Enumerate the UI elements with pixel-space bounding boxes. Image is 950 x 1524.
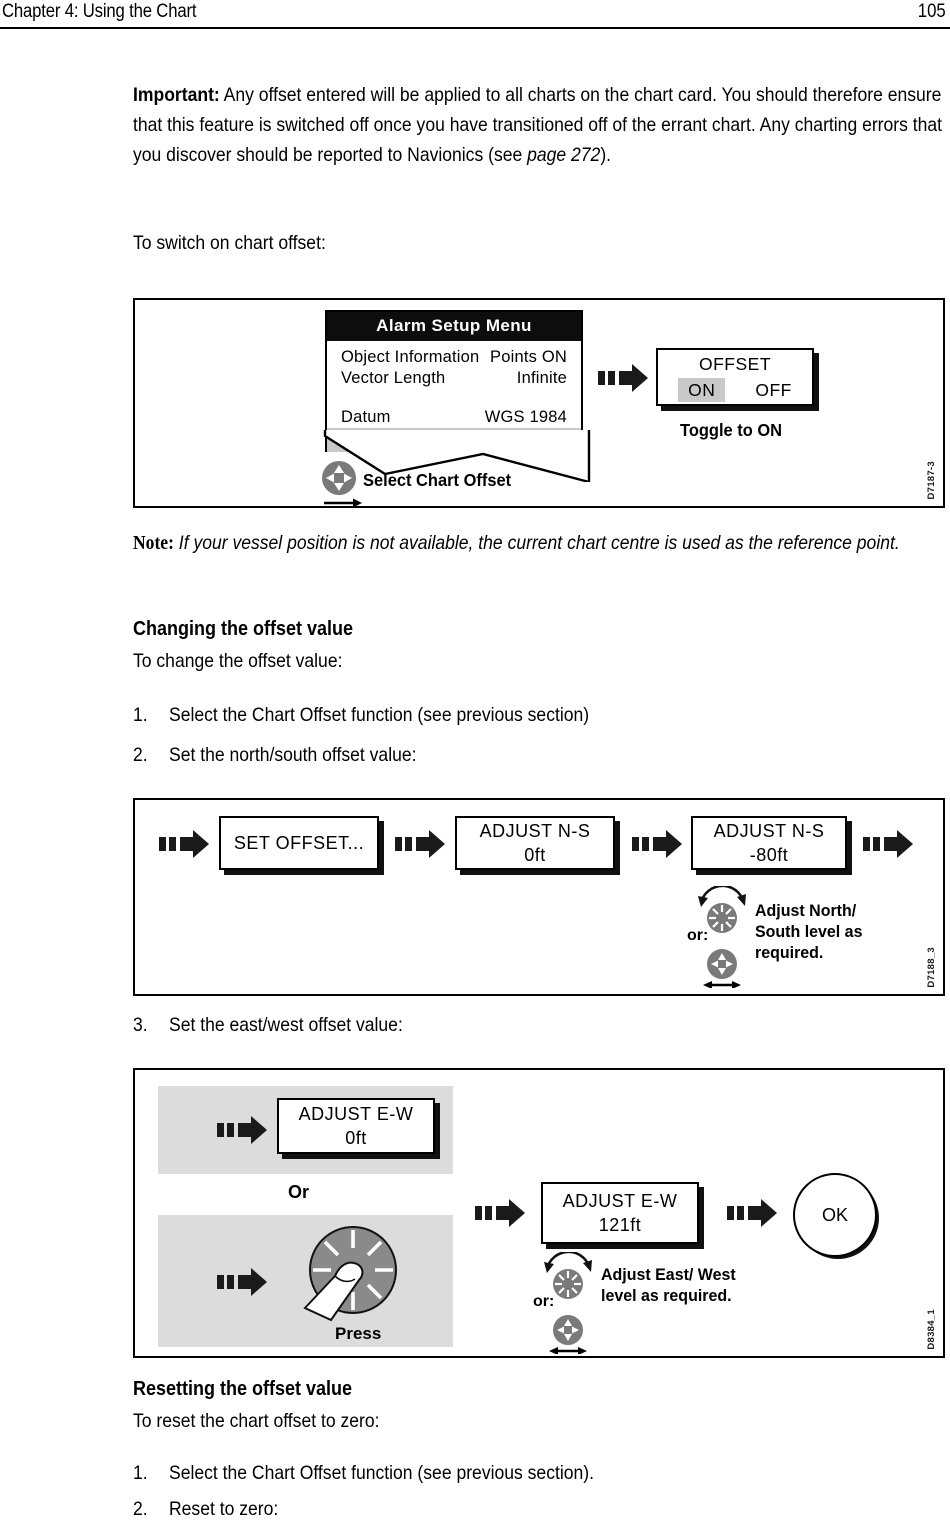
menu-row-label: Vector Length <box>341 369 446 387</box>
adjust-ew-caption: Adjust East/ West level as required. <box>601 1265 736 1305</box>
menu-row-value: Points ON <box>490 348 567 366</box>
menu-row[interactable]: Vector Length Infinite <box>341 368 567 389</box>
toggle-to-on-caption: Toggle to ON <box>680 420 783 440</box>
important-paragraph: Important: Any offset entered will be ap… <box>133 80 950 170</box>
list-item-number: 1. <box>133 1462 148 1484</box>
adjust-ns-value-box: ADJUST N-S -80ft <box>691 816 847 870</box>
note-paragraph: Note: If your vessel position is not ava… <box>133 528 948 559</box>
adjust-ew-zero-box: ADJUST E-W 0ft <box>277 1098 435 1154</box>
changing-offset-heading: Changing the offset value <box>133 618 354 640</box>
motion-arrow-icon <box>395 828 445 858</box>
menu-row[interactable]: Object Information Points ON <box>341 347 567 368</box>
menu-row-label: Datum <box>341 408 391 426</box>
press-label: Press <box>335 1324 382 1343</box>
adjust-ns-value-line1: ADJUST N-S <box>713 821 825 841</box>
motion-arrow-icon <box>598 362 648 392</box>
page-header: Chapter 4: Using the Chart 105 <box>0 0 950 28</box>
adjust-ew-zero-line1: ADJUST E-W <box>298 1104 414 1124</box>
motion-arrow-icon <box>217 1266 267 1296</box>
menu-row-value: WGS 1984 <box>484 408 567 426</box>
note-label: Note: <box>133 533 174 554</box>
resetting-offset-heading: Resetting the offset value <box>133 1378 353 1400</box>
list-item-text: Select the Chart Offset function (see pr… <box>169 1462 594 1484</box>
ok-button-label: OK <box>821 1204 848 1225</box>
adjust-ew-zero-line2: 0ft <box>345 1128 367 1148</box>
offset-option-off[interactable]: OFF <box>755 378 792 402</box>
header-rule <box>0 27 950 29</box>
list-item-text: Set the east/west offset value: <box>169 1014 403 1036</box>
motion-arrow-icon <box>159 828 209 858</box>
motion-arrow-icon <box>632 828 682 858</box>
changing-offset-lead: To change the offset value: <box>133 650 343 672</box>
offset-box-options: ON OFF <box>678 378 792 402</box>
offset-toggle-box: OFFSET ON OFF <box>656 348 814 406</box>
motion-arrow-icon <box>217 1114 267 1144</box>
set-offset-box-line1: SET OFFSET... <box>233 833 365 853</box>
list-item-text: Set the north/south offset value: <box>169 744 417 766</box>
dpad-icon <box>322 461 362 508</box>
adjust-ns-caption: Adjust North/ South level as required. <box>755 901 863 962</box>
adjust-ns-zero-box: ADJUST N-S 0ft <box>455 816 615 870</box>
list-item-number: 2. <box>133 1498 148 1520</box>
list-item-number: 1. <box>133 704 148 726</box>
list-item-text: Select the Chart Offset function (see pr… <box>169 704 590 726</box>
menu-spacer <box>341 389 567 407</box>
page-number: 105 <box>918 1 946 22</box>
chapter-title: Chapter 4: Using the Chart <box>2 1 197 22</box>
figure-adjust-east-west: ADJUST E-W 0ft Or Press ADJUST E-W 121ft… <box>133 1068 945 1358</box>
motion-arrow-icon <box>475 1197 525 1227</box>
motion-arrow-icon <box>727 1197 777 1227</box>
adjust-ew-value-line1: ADJUST E-W <box>562 1191 678 1211</box>
dpad-icon-wrap <box>318 460 364 512</box>
select-chart-offset-caption: Select Chart Offset <box>363 470 512 490</box>
adjust-ew-value-box: ADJUST E-W 121ft <box>541 1182 699 1244</box>
adjust-ew-value-line2: 121ft <box>598 1215 642 1235</box>
offset-box-title: OFFSET <box>698 354 772 374</box>
offset-option-on[interactable]: ON <box>678 378 726 402</box>
or-divider-label: Or <box>288 1182 310 1202</box>
menu-title: Alarm Setup Menu <box>327 312 581 341</box>
adjust-ns-zero-line2: 0ft <box>524 845 546 865</box>
important-label: Important: <box>133 84 220 106</box>
menu-row[interactable]: Datum WGS 1984 <box>341 407 567 428</box>
figure-id: D7187-3 <box>926 461 937 500</box>
figure-adjust-north-south: SET OFFSET... ADJUST N-S 0ft ADJUST N-S … <box>133 798 945 996</box>
important-tail: ). <box>600 144 612 166</box>
ok-button[interactable]: OK <box>793 1173 877 1257</box>
figure-id: D7188_3 <box>926 947 937 988</box>
resetting-offset-lead: To reset the chart offset to zero: <box>133 1410 380 1432</box>
or-label: or: <box>533 1293 555 1310</box>
menu-row-label: Object Information <box>341 348 480 366</box>
adjust-ns-value-line2: -80ft <box>749 845 789 865</box>
list-item-text: Reset to zero: <box>169 1498 279 1520</box>
figure-id: D8384_1 <box>926 1309 937 1350</box>
important-page-reference: page 272 <box>527 144 601 166</box>
adjust-ns-zero-line1: ADJUST N-S <box>479 821 591 841</box>
menu-row-value: Infinite <box>516 369 567 387</box>
figure-alarm-setup-menu: Alarm Setup Menu Object Information Poin… <box>133 298 945 508</box>
set-offset-box: SET OFFSET... <box>219 816 379 870</box>
or-label: or: <box>687 927 709 944</box>
note-text: If your vessel position is not available… <box>173 532 900 554</box>
list-item-number: 2. <box>133 744 148 766</box>
list-item-number: 3. <box>133 1014 148 1036</box>
switch-on-lead: To switch on chart offset: <box>133 232 326 254</box>
motion-arrow-icon <box>863 828 913 858</box>
